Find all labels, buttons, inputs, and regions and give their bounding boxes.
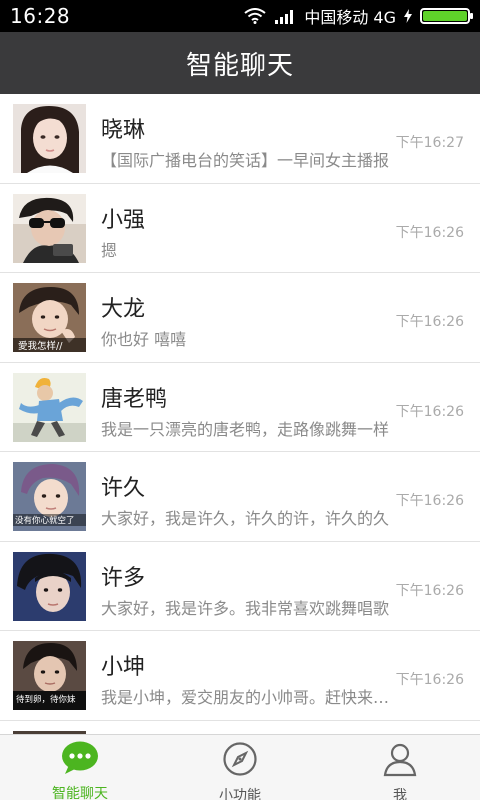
- chat-name: 许久: [101, 476, 146, 501]
- tab-me[interactable]: 我: [320, 735, 480, 800]
- status-bar: 16:28 中国移动 4G: [0, 0, 480, 32]
- chat-item-xiaolin[interactable]: 晓琳 【国际广播电台的笑话】一早间女主播报 下午16:27: [0, 94, 480, 184]
- tab-label: 智能聊天: [52, 786, 108, 800]
- chat-item-dalong[interactable]: 愛我怎样// 大龙 你也好 嘻嘻 下午16:26: [0, 273, 480, 363]
- avatar: 待到卵，待你妹: [13, 641, 86, 710]
- compass-icon: [222, 741, 258, 781]
- chat-item-xuduo[interactable]: 许多 大家好，我是许多。我非常喜欢跳舞唱歌 下午16:26: [0, 541, 480, 631]
- person-icon: [382, 741, 418, 781]
- avatar-caption: 没有你心就空了: [15, 515, 75, 526]
- chat-preview: 【国际广播电台的笑话】一早间女主播报: [101, 151, 390, 170]
- avatar-caption: 待到卵，待你妹: [16, 694, 76, 705]
- avatar: [13, 372, 86, 442]
- chat-item-tanglaoya[interactable]: 唐老鸭 我是一只漂亮的唐老鸭，走路像跳舞一样 下午16:26: [0, 362, 480, 452]
- avatar: [13, 193, 86, 263]
- chat-name: 小坤: [101, 655, 146, 680]
- title-bar: 智能聊天: [0, 32, 480, 94]
- chat-preview: 我是一只漂亮的唐老鸭，走路像跳舞一样: [101, 419, 390, 439]
- signal-icon: [274, 8, 296, 24]
- avatar: [13, 551, 86, 621]
- avatar: 没有你心就空了: [13, 462, 86, 531]
- avatar-caption: 愛我怎样//: [18, 340, 63, 352]
- chat-time: 下午16:26: [395, 672, 464, 688]
- chat-bubble-icon: [61, 741, 99, 779]
- chat-time: 下午16:26: [395, 493, 464, 509]
- chat-name: 大龙: [101, 297, 146, 322]
- wifi-icon: [244, 8, 266, 24]
- chat-time: 下午16:26: [395, 582, 464, 599]
- chat-item-xiaoqiang[interactable]: 小强 摁 下午16:26: [0, 183, 480, 273]
- battery-level: [423, 11, 467, 21]
- avatar: 愛我怎样//: [13, 283, 86, 352]
- tab-smart-chat[interactable]: 智能聊天: [0, 735, 160, 800]
- chat-preview: 大家好，我是许多。我非常喜欢跳舞唱歌: [101, 598, 390, 618]
- bottom-nav: 智能聊天 小功能 我: [0, 734, 480, 800]
- chat-item-xujiu[interactable]: 没有你心就空了 许久 大家好，我是许久，许久的许，许久的久 下午16:26: [0, 452, 480, 542]
- chat-preview: 你也好 嘻嘻: [101, 330, 187, 349]
- chat-name: 小强: [101, 207, 146, 233]
- tab-label: 我: [393, 788, 407, 800]
- screen: 16:28 中国移动 4G 智能聊天 晓琳 【国际广播电台的笑话】一早间女主播报…: [0, 0, 480, 800]
- chat-time: 下午16:26: [395, 403, 464, 420]
- chat-preview: 摁: [101, 240, 118, 260]
- page-title: 智能聊天: [185, 50, 294, 81]
- chat-time: 下午16:27: [395, 135, 464, 151]
- chat-name: 许多: [101, 565, 146, 591]
- chat-list[interactable]: 晓琳 【国际广播电台的笑话】一早间女主播报 下午16:27 小强 摁 下午16:…: [0, 94, 480, 734]
- carrier-label: 中国移动 4G: [304, 8, 396, 27]
- battery-icon: [420, 8, 473, 24]
- chat-item-xiaokun[interactable]: 待到卵，待你妹 小坤 我是小坤，爱交朋友的小帅哥。赶快来加我 下午16:26: [0, 631, 480, 721]
- chat-preview: 我是小坤，爱交朋友的小帅哥。赶快来加我: [101, 688, 393, 707]
- charging-icon: [404, 9, 412, 23]
- tab-small-functions[interactable]: 小功能: [160, 735, 320, 800]
- avatar: [13, 104, 86, 173]
- chat-preview: 大家好，我是许久，许久的许，许久的久: [101, 509, 390, 528]
- chat-time: 下午16:26: [395, 314, 464, 330]
- chat-time: 下午16:26: [395, 224, 464, 241]
- chat-name: 唐老鸭: [101, 386, 168, 412]
- chat-name: 晓琳: [101, 118, 146, 143]
- status-indicators: 中国移动 4G: [244, 4, 473, 28]
- status-time: 16:28: [10, 4, 71, 28]
- chat-item-partial[interactable]: [0, 720, 480, 734]
- tab-label: 小功能: [219, 788, 261, 800]
